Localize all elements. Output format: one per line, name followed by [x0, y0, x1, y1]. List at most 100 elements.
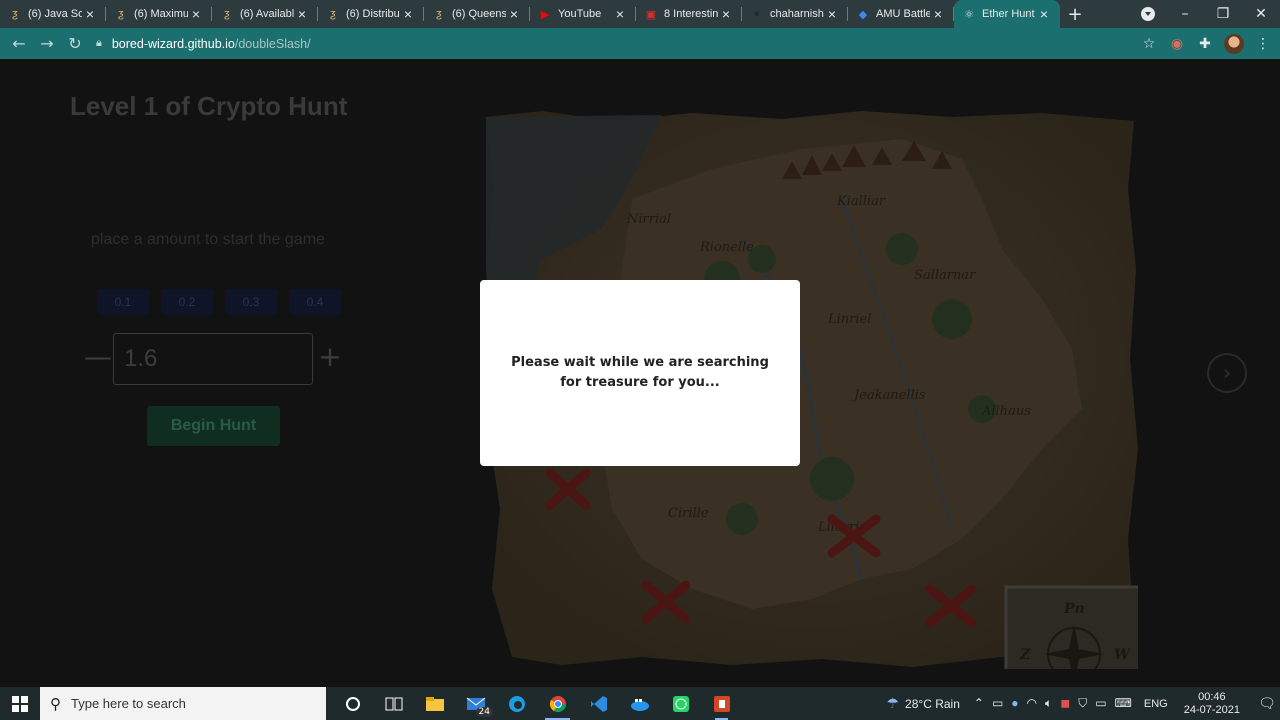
windows-start-icon[interactable] [0, 687, 40, 720]
codechef-icon: ƺ [330, 8, 336, 20]
powerpoint-icon[interactable] [701, 687, 742, 720]
map-region-label: Rionelle [699, 240, 754, 255]
docs-icon: ◆ [858, 8, 868, 21]
amount-option-button[interactable]: 0.4 [289, 289, 341, 315]
taskbar-apps: 24 [332, 687, 742, 720]
amount-input[interactable]: 1.6 [113, 333, 313, 385]
browser-tab[interactable]: ƺ (6) Available× [212, 0, 318, 28]
clock-time: 00:46 [1198, 690, 1226, 703]
tab-close-icon[interactable]: × [930, 6, 946, 22]
tab-close-icon[interactable]: × [1036, 6, 1052, 22]
input-language[interactable]: ENG [1144, 698, 1168, 710]
extension-colorful-icon[interactable]: ◉ [1168, 35, 1186, 53]
bookmark-star-icon[interactable]: ☆ [1140, 35, 1158, 53]
battery-icon[interactable]: ▭ [1095, 696, 1106, 711]
browser-tab[interactable]: ▣ 8 Interesting× [636, 0, 742, 28]
tab-close-icon[interactable]: × [506, 6, 522, 22]
browser-tab[interactable]: ▶ YouTube × [530, 0, 636, 28]
vscode-icon[interactable] [578, 687, 619, 720]
amount-option-button[interactable]: 0.1 [97, 289, 149, 315]
tab-close-icon[interactable]: × [400, 6, 416, 22]
next-arrow-icon[interactable]: › [1207, 353, 1247, 393]
tab-title: chaharnisha [770, 8, 824, 20]
begin-hunt-button[interactable]: Begin Hunt [147, 406, 280, 446]
lock-icon[interactable]: 🔒︎ [96, 37, 102, 50]
tab-title: (6) Maximum [134, 8, 188, 20]
keyboard-icon[interactable]: ⌨ [1115, 696, 1132, 711]
url-host: bored-wizard.github.io [111, 36, 235, 51]
extensions-puzzle-icon[interactable]: ✚ [1196, 35, 1214, 53]
wifi-icon[interactable]: ◠ [1027, 696, 1037, 711]
weather-widget[interactable]: ☂ 28°C Rain [886, 695, 959, 712]
notifications-icon[interactable]: 🗨︎ [1254, 695, 1280, 712]
tab-search-icon[interactable] [1141, 7, 1155, 21]
browser-tab-strip: ƺ(6) Java Soluti×ƺ(6) Maximum×ƺ(6) Avail… [0, 0, 1280, 28]
edge-icon[interactable] [496, 687, 537, 720]
tab-title: YouTube [558, 8, 602, 20]
tab-close-icon[interactable]: × [294, 6, 310, 22]
decrement-button[interactable]: — [84, 343, 112, 371]
browser-tab[interactable]: ● chaharnisha × [742, 0, 848, 28]
mail-badge: 24 [475, 707, 493, 717]
windows-taskbar: ⚲ Type here to search 24 ☂ 28°C Rain ⌃ ▭… [0, 687, 1280, 720]
tab-close-icon[interactable]: × [718, 6, 734, 22]
browser-tab[interactable]: ƺ (6) Java Soluti× [0, 0, 106, 28]
back-icon[interactable]: ← [6, 31, 32, 57]
tab-title: (6) Available [240, 8, 294, 20]
cortana-icon[interactable] [332, 687, 373, 720]
codechef-icon: ƺ [436, 8, 442, 20]
system-tray: ☂ 28°C Rain ⌃ ▭ ● ◠ 🔈︎ ◼ ⛉ ▭ ⌨ ENG 00:46… [886, 687, 1280, 720]
volume-icon[interactable]: 🔈︎ [1045, 696, 1052, 711]
github-icon: ● [753, 8, 761, 20]
url-path: /doubleSlash/ [234, 36, 311, 51]
map-region-label: Nirrial [626, 212, 671, 227]
tab-close-icon[interactable]: × [188, 6, 204, 22]
tray-app-icon[interactable]: ▭ [992, 696, 1003, 711]
more-menu-icon[interactable]: ⋮ [1254, 35, 1272, 53]
map-region-label: Allhaus [981, 404, 1031, 419]
browser-tab[interactable]: ƺ (6) Distribut × [318, 0, 424, 28]
mail-icon[interactable]: 24 [455, 687, 496, 720]
amount-option-button[interactable]: 0.2 [161, 289, 213, 315]
browser-tab[interactable]: ƺ (6) Queens × [424, 0, 530, 28]
file-explorer-icon[interactable] [414, 687, 455, 720]
loading-modal: Please wait while we are searching for t… [480, 280, 800, 466]
browser-tab[interactable]: ◆ AMU Battle × [848, 0, 954, 28]
docker-icon[interactable] [619, 687, 660, 720]
restore-icon[interactable]: ❐ [1204, 6, 1242, 22]
map-region-label: Sallarnar [914, 268, 976, 283]
tab-close-icon[interactable]: × [82, 6, 98, 22]
codechef-icon: ƺ [224, 8, 230, 20]
close-window-icon[interactable]: ✕ [1242, 6, 1280, 22]
browser-tab[interactable]: ƺ (6) Maximum× [106, 0, 212, 28]
reload-icon[interactable]: ↻ [62, 31, 88, 57]
show-hidden-icons-icon[interactable]: ⌃ [974, 696, 984, 711]
minimize-icon[interactable]: – [1166, 6, 1204, 22]
amount-option-button[interactable]: 0.3 [225, 289, 277, 315]
tab-title: (6) Java Soluti [28, 8, 82, 20]
profile-avatar[interactable] [1224, 33, 1244, 54]
rain-cloud-icon: ☂ [886, 695, 900, 711]
map-region-label: Kialliar [836, 194, 886, 209]
chrome-icon[interactable] [537, 687, 578, 720]
new-tab-button[interactable]: + [1060, 0, 1090, 28]
security-shield-icon[interactable]: ⛉ [1078, 696, 1087, 711]
tab-close-icon[interactable]: × [612, 6, 628, 22]
antivirus-icon[interactable]: ◼ [1060, 696, 1070, 711]
increment-button[interactable]: + [318, 343, 342, 371]
whatsapp-icon[interactable] [660, 687, 701, 720]
tab-title: (6) Queens [452, 8, 506, 20]
tab-title: (6) Distribut [346, 8, 400, 20]
taskbar-clock[interactable]: 00:46 24-07-2021 [1184, 691, 1240, 717]
map-region-label: Linriel [827, 312, 871, 327]
forward-icon[interactable]: → [34, 31, 60, 57]
youtube-icon: ▶ [540, 8, 550, 21]
react-icon: ⚛ [964, 8, 974, 21]
taskbar-search[interactable]: ⚲ Type here to search [40, 687, 326, 720]
tab-close-icon[interactable]: × [824, 6, 840, 22]
address-bar[interactable]: 🔒︎ bored-wizard.github.io/doubleSlash/ [90, 31, 1130, 56]
task-view-icon[interactable] [373, 687, 414, 720]
page-title: Level 1 of Crypto Hunt [70, 91, 348, 121]
browser-tab[interactable]: ⚛ Ether Hunt × [954, 0, 1060, 28]
tray-app-icon[interactable]: ● [1011, 696, 1018, 711]
